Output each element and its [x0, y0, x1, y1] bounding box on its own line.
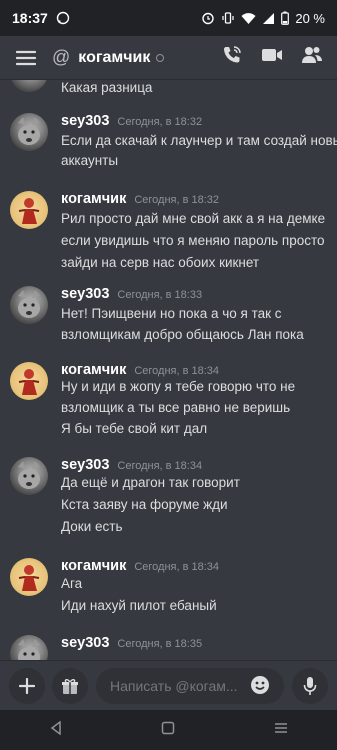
message-text: зайди на серв нас обоих кикнет — [61, 255, 260, 270]
wolf-icon — [18, 639, 40, 660]
members-button[interactable] — [301, 45, 323, 70]
message-composer: Написать @когам... — [0, 660, 337, 711]
phone-icon — [224, 46, 241, 63]
avatar[interactable] — [10, 362, 48, 400]
message-text: Какая разница — [61, 80, 153, 95]
message-input[interactable]: Написать @когам... — [96, 668, 284, 704]
character-icon — [18, 369, 40, 395]
message-text: взломщик а ты все равно не веришь — [61, 400, 291, 415]
smiley-icon — [251, 675, 269, 694]
plus-icon — [19, 678, 35, 694]
video-call-button[interactable] — [261, 47, 283, 68]
timestamp: Сегодня, в 18:32 — [117, 116, 203, 128]
avatar[interactable] — [10, 113, 48, 151]
signal-icon — [262, 12, 275, 25]
author-name[interactable]: sey303 — [61, 457, 109, 473]
back-button[interactable] — [50, 720, 62, 740]
avatar[interactable] — [10, 191, 48, 229]
message-text: Иди нахуй пилот ебаный — [61, 598, 217, 613]
whatsapp-icon — [56, 11, 70, 25]
author-name[interactable]: sey303 — [61, 635, 109, 651]
wolf-icon — [18, 290, 40, 318]
gift-icon — [62, 679, 78, 694]
avatar[interactable] — [10, 286, 48, 324]
message-text: аккаунты — [61, 153, 119, 168]
message-text: Если да скачай к лаунчер и там создай но… — [61, 133, 337, 148]
alarm-icon — [201, 11, 215, 25]
battery-icon — [281, 11, 290, 25]
message-text: Ну и иди в жопу я тебе говорю что не — [61, 379, 296, 394]
timestamp: Сегодня, в 18:33 — [117, 289, 203, 301]
timestamp: Сегодня, в 18:34 — [117, 460, 203, 472]
people-icon — [302, 47, 322, 63]
home-square-icon — [161, 721, 174, 734]
author-name[interactable]: когамчик — [61, 362, 126, 378]
dm-header: @ когамчик — [0, 36, 337, 80]
wolf-icon — [18, 461, 40, 489]
message-text: Ага — [61, 576, 83, 591]
message-text: Рил просто дай мне свой акк а я на демке — [61, 211, 326, 226]
vibrate-icon — [221, 11, 235, 25]
message-text: Я бы тебе свой кит дал — [61, 421, 208, 436]
message-list[interactable]: Какая разница sey303 Сегодня, в 18:32 Есл… — [0, 80, 337, 660]
author-name[interactable]: когамчик — [61, 558, 126, 574]
message-text: взломщикам добро общаюсь Лан пока — [61, 327, 304, 342]
timestamp: Сегодня, в 18:34 — [134, 365, 220, 377]
status-indicator — [156, 53, 165, 62]
add-attachment-button[interactable] — [9, 668, 45, 704]
system-nav-bar — [0, 710, 337, 750]
character-icon — [18, 565, 40, 591]
wolf-icon — [18, 117, 40, 145]
timestamp: Сегодня, в 18:32 — [134, 194, 220, 206]
battery-level: 20 % — [295, 10, 325, 26]
voice-message-button[interactable] — [292, 668, 328, 704]
avatar[interactable] — [10, 457, 48, 495]
message-text: Нет! Пэищвени но пока а чо я так с — [61, 306, 282, 321]
author-name[interactable]: когамчик — [61, 191, 126, 207]
message-text: Кста заяву на форуме жди — [61, 497, 228, 512]
author-name[interactable]: sey303 — [61, 286, 109, 302]
recents-lines-icon — [274, 722, 287, 733]
timestamp: Сегодня, в 18:34 — [134, 561, 220, 573]
message-text: если увидишь что я меняю пароль просто — [61, 233, 325, 248]
timestamp: Сегодня, в 18:35 — [117, 638, 203, 650]
status-time: 18:37 — [12, 10, 48, 26]
gift-button[interactable] — [52, 668, 88, 704]
home-button[interactable] — [161, 721, 175, 740]
page-title[interactable]: когамчик — [78, 49, 150, 67]
video-camera-icon — [262, 49, 282, 61]
at-symbol: @ — [52, 47, 71, 67]
message-text: Доки есть — [61, 519, 123, 534]
voice-call-button[interactable] — [221, 44, 243, 71]
emoji-button[interactable] — [250, 675, 270, 698]
status-bar: 18:37 20 % — [0, 0, 337, 36]
recents-button[interactable] — [274, 721, 288, 740]
back-triangle-icon — [50, 720, 61, 735]
avatar[interactable] — [10, 635, 48, 660]
wifi-icon — [241, 12, 256, 25]
message-input-placeholder: Написать @когам... — [110, 678, 238, 694]
message-text: Да ещё и драгон так говорит — [61, 475, 240, 490]
avatar[interactable] — [10, 80, 48, 92]
menu-button[interactable] — [0, 50, 52, 66]
hamburger-icon — [16, 50, 36, 65]
author-name[interactable]: sey303 — [61, 113, 109, 129]
avatar[interactable] — [10, 558, 48, 596]
microphone-icon — [303, 677, 317, 695]
character-icon — [18, 198, 40, 224]
